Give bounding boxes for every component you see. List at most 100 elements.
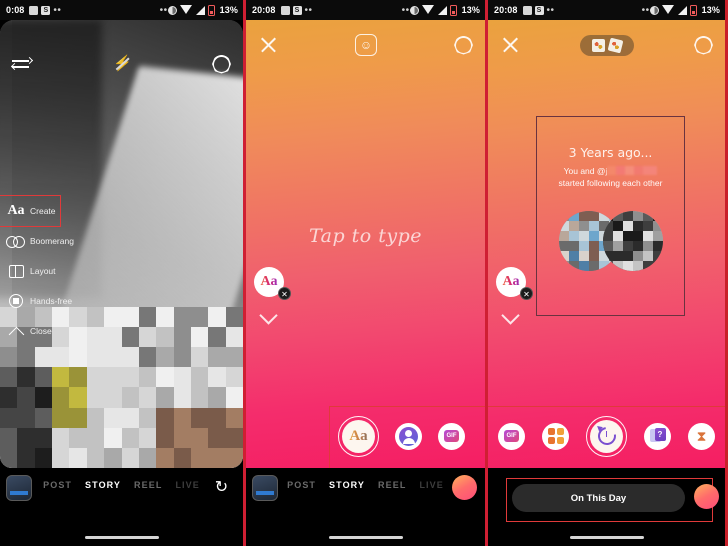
menu-item-layout[interactable]: Layout: [0, 256, 62, 286]
text-style-float: Aa ✕: [494, 267, 540, 325]
status-left-dots: ••: [546, 4, 555, 16]
countdown-tool[interactable]: ⧗: [688, 422, 715, 450]
capture-mode-tabs: POST STORY REEL LIVE: [246, 480, 485, 490]
story-toolbar: [246, 26, 485, 64]
memory-card[interactable]: 3 Years ago... You and @j started follow…: [536, 116, 685, 316]
flash-off-icon[interactable]: [113, 53, 131, 75]
battery-percent: 13%: [219, 5, 238, 15]
tab-post[interactable]: POST: [287, 480, 316, 490]
tab-live[interactable]: LIVE: [175, 480, 199, 490]
status-bar: 20:08 S •• •• 13%: [246, 0, 485, 20]
capture-mode-tabs: POST STORY REEL LIVE: [0, 480, 243, 490]
tab-reel[interactable]: REEL: [378, 480, 406, 490]
text-style-button[interactable]: Aa ✕: [496, 267, 533, 300]
camera-toolbar: [0, 46, 243, 82]
text-tool[interactable]: Aa: [338, 415, 379, 457]
signal-icon: [677, 5, 687, 15]
signal-icon: [195, 5, 205, 15]
wifi-icon: [180, 4, 193, 14]
home-indicator: [569, 536, 644, 539]
settings-icon[interactable]: [694, 35, 713, 55]
gif-icon: GIF: [444, 430, 459, 442]
tab-story[interactable]: STORY: [329, 480, 365, 490]
status-system-icons: 13%: [167, 4, 238, 16]
signal-icon: [437, 5, 447, 15]
wifi-icon: [422, 4, 435, 14]
tap-to-type-hint[interactable]: Tap to type: [246, 225, 485, 247]
clock-rewind-icon: [596, 424, 617, 446]
memory-subtitle: You and @j started following each other: [543, 165, 678, 189]
story-tool-rail: GIF ⧗: [488, 406, 725, 468]
menu-item-hands-free-label: Hands-free: [30, 296, 73, 306]
memory-avatars: [558, 211, 663, 271]
battery-icon: [690, 4, 698, 16]
battery-percent: 13%: [701, 5, 720, 15]
switch-camera-icon[interactable]: [10, 56, 34, 72]
flip-camera-icon[interactable]: ↻: [212, 478, 231, 497]
chevron-up-icon: [2, 316, 30, 346]
status-clock: 0:08: [6, 5, 25, 15]
home-indicator: [84, 536, 159, 539]
status-center-dots: ••: [641, 4, 650, 16]
menu-item-close[interactable]: Close: [0, 316, 62, 346]
chevron-down-icon[interactable]: [501, 306, 520, 325]
story-canvas[interactable]: Tap to type Aa ✕ Aa GIF: [246, 20, 485, 468]
menu-item-layout-label: Layout: [30, 266, 56, 276]
tab-story[interactable]: STORY: [85, 480, 121, 490]
status-clock: 20:08: [494, 5, 518, 15]
status-system-icons: 13%: [649, 4, 720, 16]
contrast-icon: [409, 5, 419, 15]
settings-icon[interactable]: [212, 54, 231, 74]
notification-icon-2: S: [534, 5, 544, 15]
close-badge-icon[interactable]: ✕: [520, 287, 533, 300]
text-style-button[interactable]: Aa ✕: [254, 267, 291, 300]
tab-post[interactable]: POST: [43, 480, 72, 490]
story-tool-rail: Aa GIF: [246, 406, 485, 468]
gif-tool[interactable]: GIF: [498, 422, 525, 450]
close-icon[interactable]: [500, 35, 520, 55]
quiz-icon: [649, 428, 666, 444]
wifi-icon: [662, 4, 675, 14]
card-icon-1: [592, 38, 605, 52]
menu-item-create-label: Create: [30, 206, 56, 216]
quiz-tool[interactable]: [644, 422, 671, 450]
memory-title: 3 Years ago...: [568, 145, 653, 160]
story-toolbar: [488, 26, 725, 64]
status-notification-icons: S: [29, 5, 51, 15]
status-center-dots: ••: [401, 4, 410, 16]
templates-tool[interactable]: [542, 422, 569, 450]
text-style-label: Aa: [502, 274, 520, 289]
layout-icon: [2, 256, 30, 286]
status-notification-icons: S: [522, 5, 544, 15]
panel-camera: 0:08 S •• •• 13% ⚡ Aa Create Boomerang L…: [0, 0, 243, 546]
text-style-float: Aa ✕: [252, 267, 298, 325]
gif-tool[interactable]: GIF: [438, 422, 465, 450]
color-picker-button[interactable]: [694, 484, 719, 509]
tab-reel[interactable]: REEL: [134, 480, 162, 490]
on-this-day-tool[interactable]: [586, 415, 627, 457]
avatar-tool[interactable]: [395, 422, 422, 450]
close-badge-icon[interactable]: ✕: [278, 287, 291, 300]
status-left-dots: ••: [53, 4, 62, 16]
gif-icon: GIF: [504, 430, 519, 442]
screenshot-stage: 0:08 S •• •• 13% ⚡ Aa Create Boomerang L…: [0, 0, 728, 546]
notification-icon-2: S: [41, 5, 51, 15]
tab-live[interactable]: LIVE: [419, 480, 443, 490]
notification-icon-1: [280, 5, 290, 15]
battery-icon: [450, 4, 458, 16]
home-indicator: [328, 536, 403, 539]
settings-icon[interactable]: [454, 35, 473, 55]
close-icon[interactable]: [258, 35, 278, 55]
menu-item-create[interactable]: Aa Create: [0, 195, 61, 227]
avatar-right: [602, 211, 663, 271]
story-canvas[interactable]: 3 Years ago... You and @j started follow…: [488, 20, 725, 468]
menu-item-hands-free[interactable]: Hands-free: [0, 286, 72, 316]
memory-cards-pill[interactable]: [580, 34, 634, 56]
chevron-down-icon[interactable]: [259, 306, 278, 325]
menu-item-boomerang[interactable]: Boomerang: [0, 226, 74, 256]
camera-bottom-bar: POST STORY REEL LIVE ↻: [0, 468, 243, 546]
menu-item-boomerang-label: Boomerang: [30, 236, 74, 246]
on-this-day-button[interactable]: On This Day: [512, 484, 685, 512]
color-picker-button[interactable]: [452, 475, 477, 500]
sticker-icon[interactable]: [355, 34, 377, 56]
